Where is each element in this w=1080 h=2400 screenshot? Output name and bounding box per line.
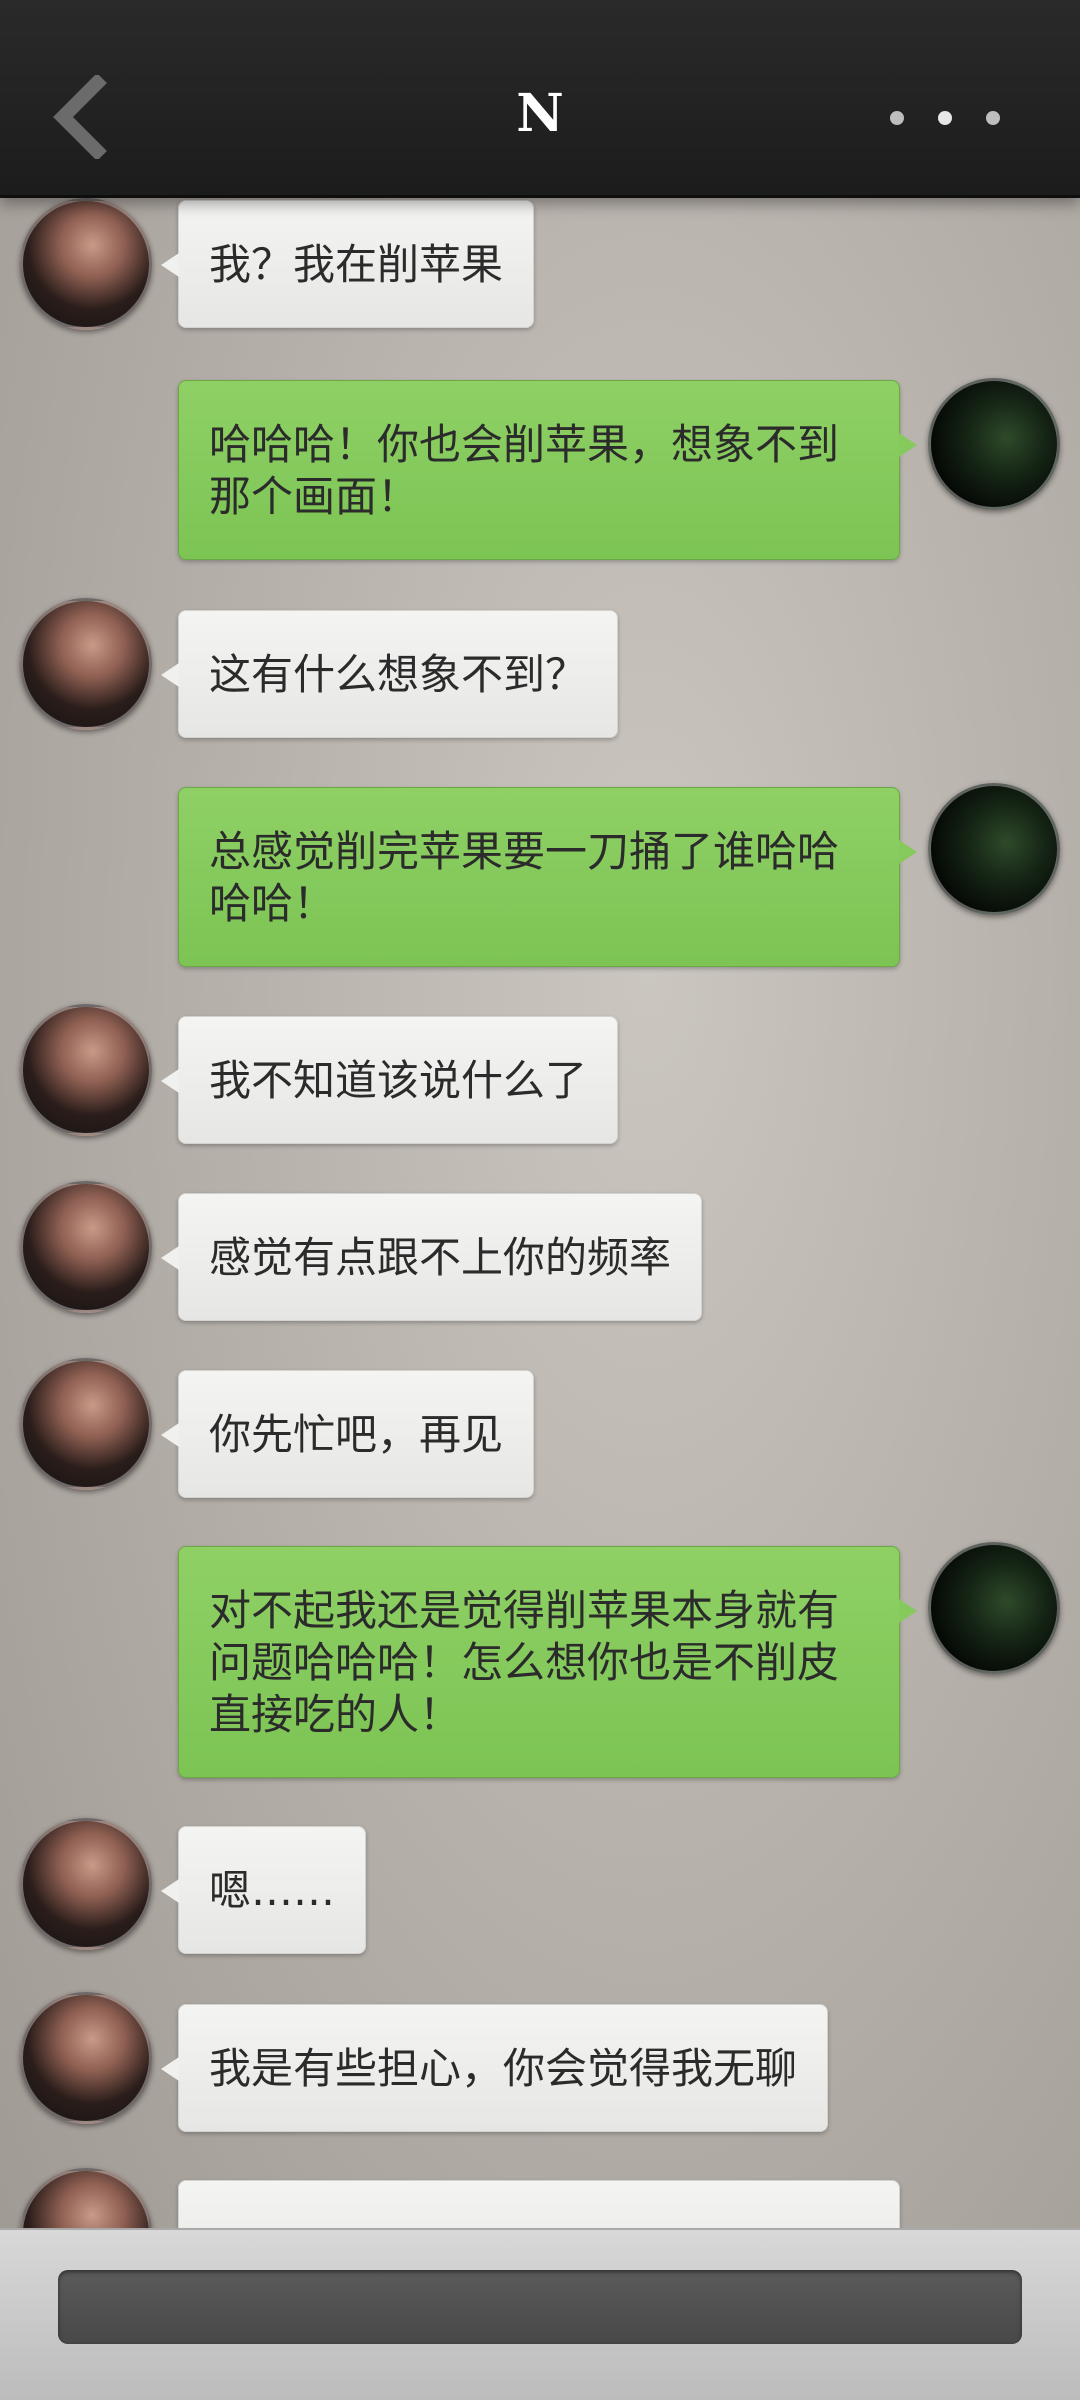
outgoing-message-bubble[interactable]: 总感觉削完苹果要一刀捅了谁哈哈哈哈！ [178,787,917,967]
contact-avatar[interactable] [20,198,152,330]
message-row [0,2168,1080,2228]
chat-header: N [0,0,1080,198]
message-row: 我是有些担心，你会觉得我无聊 [0,1992,1080,2132]
more-dots-icon [890,111,904,125]
contact-avatar[interactable] [20,1992,152,2124]
message-row: 我？我在削苹果 [0,198,1080,344]
contact-avatar[interactable] [20,1004,152,1136]
message-input[interactable] [58,2270,1022,2344]
my-avatar[interactable] [928,378,1060,510]
contact-avatar[interactable] [20,1358,152,1490]
message-row: 这有什么想象不到？ [0,598,1080,738]
message-list[interactable]: 我？我在削苹果 哈哈哈！你也会削苹果，想象不到那个画面！ 这有什么想象不到？ 总… [0,198,1080,2228]
message-row: 对不起我还是觉得削苹果本身就有问题哈哈哈！怎么想你也是不削皮直接吃的人！ [0,1542,1080,1782]
my-avatar[interactable] [928,1542,1060,1674]
my-avatar[interactable] [928,783,1060,915]
incoming-message-bubble[interactable]: 我是有些担心，你会觉得我无聊 [160,2004,829,2132]
incoming-message-bubble[interactable]: 我不知道该说什么了 [160,1016,619,1144]
incoming-message-bubble[interactable]: 这有什么想象不到？ [160,610,619,738]
contact-avatar[interactable] [20,598,152,730]
message-row: 嗯…… [0,1816,1080,1956]
contact-avatar[interactable] [20,2168,152,2228]
message-row: 哈哈哈！你也会削苹果，想象不到那个画面！ [0,378,1080,568]
incoming-message-bubble[interactable]: 嗯…… [160,1826,367,1954]
message-row: 你先忙吧，再见 [0,1358,1080,1498]
incoming-message-bubble[interactable]: 感觉有点跟不上你的频率 [160,1193,703,1321]
message-row: 感觉有点跟不上你的频率 [0,1181,1080,1321]
incoming-message-bubble[interactable] [178,2180,900,2228]
incoming-message-bubble[interactable]: 你先忙吧，再见 [160,1370,535,1498]
message-row: 总感觉削完苹果要一刀捅了谁哈哈哈哈！ [0,783,1080,973]
message-row: 我不知道该说什么了 [0,1004,1080,1144]
outgoing-message-bubble[interactable]: 对不起我还是觉得削苹果本身就有问题哈哈哈！怎么想你也是不削皮直接吃的人！ [178,1546,917,1778]
incoming-message-bubble[interactable]: 我？我在削苹果 [160,200,535,328]
contact-avatar[interactable] [20,1181,152,1313]
outgoing-message-bubble[interactable]: 哈哈哈！你也会削苹果，想象不到那个画面！ [178,380,917,560]
composer-bar [0,2228,1080,2400]
more-dots-icon [986,111,1000,125]
more-options-button[interactable] [890,100,1000,136]
contact-avatar[interactable] [20,1818,152,1950]
more-dots-icon [938,111,952,125]
